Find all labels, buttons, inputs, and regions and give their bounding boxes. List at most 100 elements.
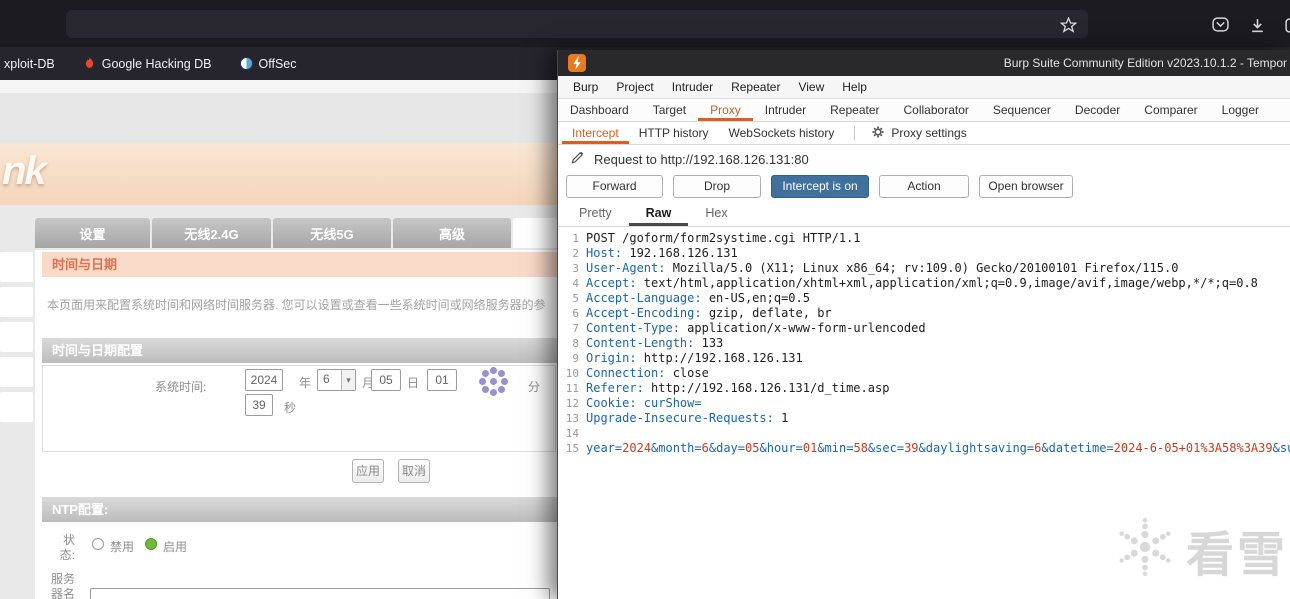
intercept-toggle-button[interactable]: Intercept is on (771, 175, 869, 198)
burp-titlebar[interactable]: Burp Suite Community Edition v2023.10.1.… (558, 50, 1290, 76)
loading-spinner-icon (490, 378, 497, 385)
tab-decoder[interactable]: Decoder (1063, 99, 1132, 121)
bookmark-exploit-db[interactable]: xploit-DB (4, 57, 55, 71)
ntp-server-input[interactable] (90, 588, 550, 599)
bookmark-label: OffSec (258, 56, 297, 71)
request-line[interactable]: 3 User-Agent: Mozilla/5.0 (X11; Linux x86… (558, 261, 1290, 276)
ntp-section-title: NTP配置: (42, 497, 557, 522)
gear-icon (871, 125, 885, 142)
menu-burp[interactable]: Burp (564, 80, 607, 94)
request-line[interactable]: 2 Host: 192.168.126.131 (558, 246, 1290, 261)
menu-view[interactable]: View (789, 80, 833, 94)
second-unit-label: 秒 (284, 401, 297, 415)
editor-tab-raw[interactable]: Raw (629, 200, 689, 226)
proxy-settings-button[interactable]: Proxy settings (865, 122, 972, 144)
request-line[interactable]: 4 Accept: text/html,application/xhtml+xml… (558, 276, 1290, 291)
download-icon[interactable] (1246, 14, 1268, 36)
ntp-enable-radio[interactable] (145, 538, 157, 550)
open-browser-button[interactable]: Open browser (979, 175, 1073, 198)
request-line[interactable]: 6 Accept-Encoding: gzip, deflate, br (558, 306, 1290, 321)
bookmark-label: Google Hacking DB (101, 56, 212, 71)
request-to-text: Request to http://192.168.126.131:80 (594, 151, 809, 167)
burp-main-tabs: Dashboard Target Proxy Intruder Repeater… (558, 99, 1290, 122)
tab-proxy[interactable]: Proxy (698, 99, 753, 121)
menu-repeater[interactable]: Repeater (722, 80, 789, 94)
tab-logger[interactable]: Logger (1210, 99, 1271, 121)
request-line[interactable]: 9 Origin: http://192.168.126.131 (558, 351, 1290, 366)
system-time-label: 系统时间: (155, 380, 207, 394)
intercept-toolbar: Forward Drop Intercept is on Action Open… (558, 173, 1290, 200)
editor-tab-pretty[interactable]: Pretty (562, 200, 629, 226)
message-editor-tabs: Pretty Raw Hex (558, 200, 1290, 227)
tab-collaborator[interactable]: Collaborator (892, 99, 981, 121)
side-nav-item[interactable] (0, 357, 33, 387)
apply-button[interactable]: 应用 (352, 459, 384, 483)
tab-comparer[interactable]: Comparer (1132, 99, 1209, 121)
request-editor[interactable]: 1 POST /goform/form2systime.cgi HTTP/1.1 2… (558, 228, 1290, 599)
request-line[interactable]: 1 POST /goform/form2systime.cgi HTTP/1.1 (558, 231, 1290, 246)
day-input[interactable]: 05 (371, 369, 401, 391)
tab-sequencer[interactable]: Sequencer (981, 99, 1063, 121)
subtab-separator (854, 126, 856, 140)
side-nav-item[interactable] (0, 287, 33, 317)
side-nav-item[interactable] (0, 322, 33, 352)
request-line[interactable]: 8 Content-Length: 133 (558, 336, 1290, 351)
subtab-http-history[interactable]: HTTP history (629, 122, 719, 144)
forward-button[interactable]: Forward (566, 175, 663, 198)
time-date-config-title: 时间与日期配置 (42, 338, 557, 363)
editor-tab-hex[interactable]: Hex (688, 200, 744, 226)
drop-button[interactable]: Drop (673, 175, 761, 198)
pocket-icon[interactable] (1209, 14, 1231, 36)
router-tab-wireless24g[interactable]: 无线2.4G (152, 218, 271, 248)
burp-menubar: Burp Project Intruder Repeater View Help (558, 76, 1290, 99)
router-tab-active[interactable] (513, 218, 557, 248)
intercept-request-line: Request to http://192.168.126.131:80 (558, 145, 1290, 173)
burp-window-title: Burp Suite Community Edition v2023.10.1.… (1003, 56, 1287, 70)
chevron-down-icon: ▾ (341, 370, 355, 390)
time-date-section-title: 时间与日期 (42, 252, 557, 277)
router-tab-advanced[interactable]: 高级 (393, 218, 511, 248)
tab-target[interactable]: Target (641, 99, 698, 121)
cancel-button[interactable]: 取消 (398, 459, 430, 483)
menu-intruder[interactable]: Intruder (663, 80, 722, 94)
minute-unit-label: 分 (528, 380, 541, 394)
extensions-icon[interactable] (1281, 14, 1290, 36)
menu-project[interactable]: Project (607, 80, 662, 94)
month-select[interactable]: 6 ▾ (317, 369, 356, 391)
subtab-intercept[interactable]: Intercept (562, 122, 629, 144)
request-line[interactable]: 10 Connection: close (558, 366, 1290, 381)
bookmark-label: xploit-DB (4, 56, 55, 71)
tab-intruder[interactable]: Intruder (753, 99, 818, 121)
ntp-server-label: 服务 器名 (50, 572, 75, 599)
router-admin-page: nk 设置 无线2.4G 无线5G 高级 时间与日期 本页面用来配置系统时间和网… (0, 80, 557, 599)
ntp-disable-radio[interactable] (92, 538, 104, 550)
second-input[interactable]: 39 (245, 394, 273, 416)
hour-input[interactable]: 01 (427, 369, 457, 391)
request-line[interactable]: 11 Referer: http://192.168.126.131/d_time… (558, 381, 1290, 396)
year-unit-label: 年 (299, 376, 312, 390)
menu-help[interactable]: Help (833, 80, 876, 94)
request-line[interactable]: 5 Accept-Language: en-US,en;q=0.5 (558, 291, 1290, 306)
browser-toolbar (0, 0, 1290, 47)
request-line[interactable]: 13 Upgrade-Insecure-Requests: 1 (558, 411, 1290, 426)
request-line[interactable]: 12 Cookie: curShow= (558, 396, 1290, 411)
request-line[interactable]: 14 (558, 426, 1290, 441)
url-bar[interactable] (66, 10, 1088, 38)
bookmark-star-icon[interactable] (1057, 14, 1079, 36)
request-line[interactable]: 15 year=2024&month=6&day=05&hour=01&min=5… (558, 441, 1290, 456)
year-input[interactable]: 2024 (245, 369, 283, 391)
router-tab-wireless5g[interactable]: 无线5G (273, 218, 391, 248)
action-button[interactable]: Action (879, 175, 969, 198)
subtab-websockets-history[interactable]: WebSockets history (719, 122, 845, 144)
bookmark-offsec[interactable]: OffSec (239, 56, 297, 71)
router-tab-settings[interactable]: 设置 (35, 218, 150, 248)
tab-repeater[interactable]: Repeater (818, 99, 891, 121)
router-logo: nk (2, 149, 47, 193)
side-nav-item[interactable] (0, 252, 33, 282)
ntp-disable-label: 禁用 (110, 540, 135, 554)
tab-dashboard[interactable]: Dashboard (558, 99, 641, 121)
bookmark-google-hacking-db[interactable]: Google Hacking DB (83, 55, 212, 73)
side-nav-item[interactable] (0, 392, 33, 422)
burp-app-icon (568, 54, 586, 72)
request-line[interactable]: 7 Content-Type: application/x-www-form-ur… (558, 321, 1290, 336)
